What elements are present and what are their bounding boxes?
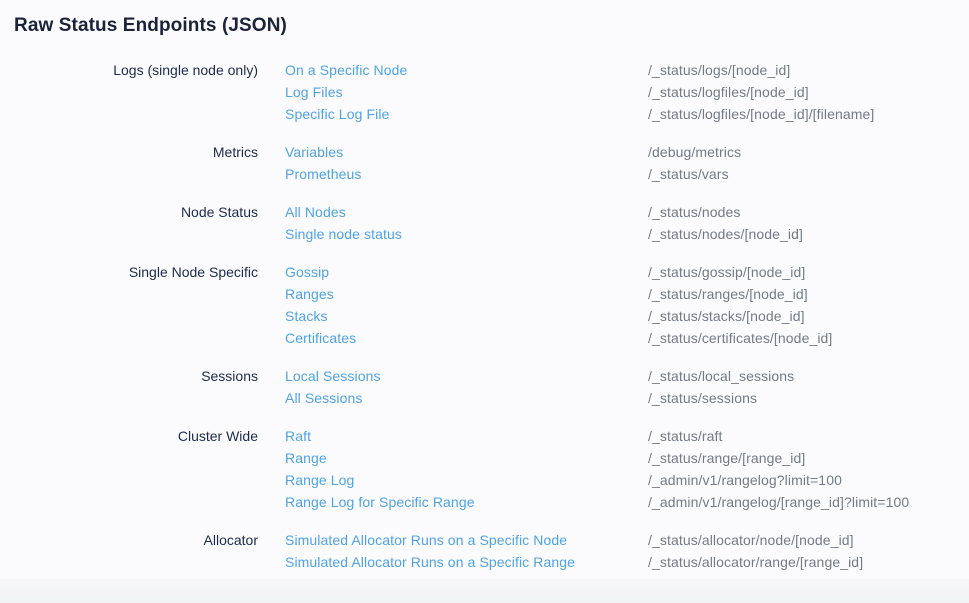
endpoint-row: All Sessions /_status/sessions <box>285 387 969 409</box>
endpoint-path: /_status/stacks/[node_id] <box>648 305 805 327</box>
endpoint-path: /_admin/v1/rangelog?limit=100 <box>648 469 842 491</box>
group-category: Sessions <box>0 365 258 409</box>
endpoint-link[interactable]: Log Files <box>285 81 648 103</box>
endpoint-row: Simulated Allocator Runs on a Specific R… <box>285 551 969 573</box>
endpoint-path: /_status/local_sessions <box>648 365 794 387</box>
endpoint-row: Range /_status/range/[range_id] <box>285 447 969 469</box>
endpoint-link[interactable]: Range Log for Specific Range <box>285 491 648 513</box>
endpoint-row: Stacks /_status/stacks/[node_id] <box>285 305 969 327</box>
endpoint-row: Specific Log File /_status/logfiles/[nod… <box>285 103 969 125</box>
group-entries: All Nodes /_status/nodes Single node sta… <box>285 201 969 245</box>
endpoint-link[interactable]: Stacks <box>285 305 648 327</box>
endpoint-link[interactable]: Range Log <box>285 469 648 491</box>
endpoint-row: Prometheus /_status/vars <box>285 163 969 185</box>
endpoint-link[interactable]: All Sessions <box>285 387 648 409</box>
endpoint-path: /_status/allocator/range/[range_id] <box>648 551 863 573</box>
endpoint-row: Gossip /_status/gossip/[node_id] <box>285 261 969 283</box>
group-entries: Simulated Allocator Runs on a Specific N… <box>285 529 969 573</box>
endpoint-path: /_status/allocator/node/[node_id] <box>648 529 854 551</box>
endpoint-path: /_status/nodes/[node_id] <box>648 223 803 245</box>
endpoint-path: /_status/ranges/[node_id] <box>648 283 808 305</box>
group-category: Metrics <box>0 141 258 185</box>
endpoint-row: Local Sessions /_status/local_sessions <box>285 365 969 387</box>
endpoint-link[interactable]: Single node status <box>285 223 648 245</box>
endpoint-link[interactable]: Local Sessions <box>285 365 648 387</box>
endpoint-path: /_status/logs/[node_id] <box>648 59 790 81</box>
group-entries: On a Specific Node /_status/logs/[node_i… <box>285 59 969 125</box>
group-entries: Gossip /_status/gossip/[node_id] Ranges … <box>285 261 969 349</box>
endpoint-group-metrics: Metrics Variables /debug/metrics Prometh… <box>0 141 969 185</box>
endpoint-path: /_status/gossip/[node_id] <box>648 261 805 283</box>
endpoint-path: /_status/certificates/[node_id] <box>648 327 832 349</box>
endpoint-path: /_status/raft <box>648 425 722 447</box>
endpoint-groups: Logs (single node only) On a Specific No… <box>0 37 969 573</box>
endpoint-row: Certificates /_status/certificates/[node… <box>285 327 969 349</box>
group-category: Single Node Specific <box>0 261 258 349</box>
endpoint-link[interactable]: Ranges <box>285 283 648 305</box>
endpoint-link[interactable]: Range <box>285 447 648 469</box>
group-entries: Local Sessions /_status/local_sessions A… <box>285 365 969 409</box>
endpoint-path: /_status/logfiles/[node_id]/[filename] <box>648 103 874 125</box>
endpoint-row: All Nodes /_status/nodes <box>285 201 969 223</box>
endpoint-link[interactable]: Simulated Allocator Runs on a Specific R… <box>285 551 648 573</box>
endpoint-group-sessions: Sessions Local Sessions /_status/local_s… <box>0 365 969 409</box>
group-entries: Raft /_status/raft Range /_status/range/… <box>285 425 969 513</box>
endpoint-link[interactable]: Raft <box>285 425 648 447</box>
endpoint-link[interactable]: Gossip <box>285 261 648 283</box>
endpoint-row: Ranges /_status/ranges/[node_id] <box>285 283 969 305</box>
page-title: Raw Status Endpoints (JSON) <box>0 0 969 37</box>
endpoint-row: Variables /debug/metrics <box>285 141 969 163</box>
endpoint-row: Range Log /_admin/v1/rangelog?limit=100 <box>285 469 969 491</box>
endpoint-group-single-node-specific: Single Node Specific Gossip /_status/gos… <box>0 261 969 349</box>
endpoint-row: Log Files /_status/logfiles/[node_id] <box>285 81 969 103</box>
endpoint-link[interactable]: Prometheus <box>285 163 648 185</box>
endpoint-path: /_status/vars <box>648 163 729 185</box>
endpoint-path: /debug/metrics <box>648 141 741 163</box>
endpoint-row: Single node status /_status/nodes/[node_… <box>285 223 969 245</box>
group-category: Allocator <box>0 529 258 573</box>
endpoint-path: /_status/sessions <box>648 387 757 409</box>
group-entries: Variables /debug/metrics Prometheus /_st… <box>285 141 969 185</box>
endpoint-link[interactable]: Variables <box>285 141 648 163</box>
debug-page: Raw Status Endpoints (JSON) Logs (single… <box>0 0 969 579</box>
endpoint-row: On a Specific Node /_status/logs/[node_i… <box>285 59 969 81</box>
endpoint-path: /_status/nodes <box>648 201 740 223</box>
endpoint-path: /_status/range/[range_id] <box>648 447 805 469</box>
endpoint-row: Range Log for Specific Range /_admin/v1/… <box>285 491 969 513</box>
endpoint-path: /_status/logfiles/[node_id] <box>648 81 809 103</box>
endpoint-group-cluster-wide: Cluster Wide Raft /_status/raft Range /_… <box>0 425 969 513</box>
group-category: Logs (single node only) <box>0 59 258 125</box>
endpoint-link[interactable]: Simulated Allocator Runs on a Specific N… <box>285 529 648 551</box>
group-category: Cluster Wide <box>0 425 258 513</box>
endpoint-row: Raft /_status/raft <box>285 425 969 447</box>
endpoint-link[interactable]: Specific Log File <box>285 103 648 125</box>
endpoint-link[interactable]: Certificates <box>285 327 648 349</box>
endpoint-group-node-status: Node Status All Nodes /_status/nodes Sin… <box>0 201 969 245</box>
endpoint-group-allocator: Allocator Simulated Allocator Runs on a … <box>0 529 969 573</box>
endpoint-group-logs: Logs (single node only) On a Specific No… <box>0 59 969 125</box>
endpoint-path: /_admin/v1/rangelog/[range_id]?limit=100 <box>648 491 909 513</box>
endpoint-link[interactable]: On a Specific Node <box>285 59 648 81</box>
endpoint-link[interactable]: All Nodes <box>285 201 648 223</box>
page-footer-band <box>0 579 969 603</box>
endpoint-row: Simulated Allocator Runs on a Specific N… <box>285 529 969 551</box>
group-category: Node Status <box>0 201 258 245</box>
